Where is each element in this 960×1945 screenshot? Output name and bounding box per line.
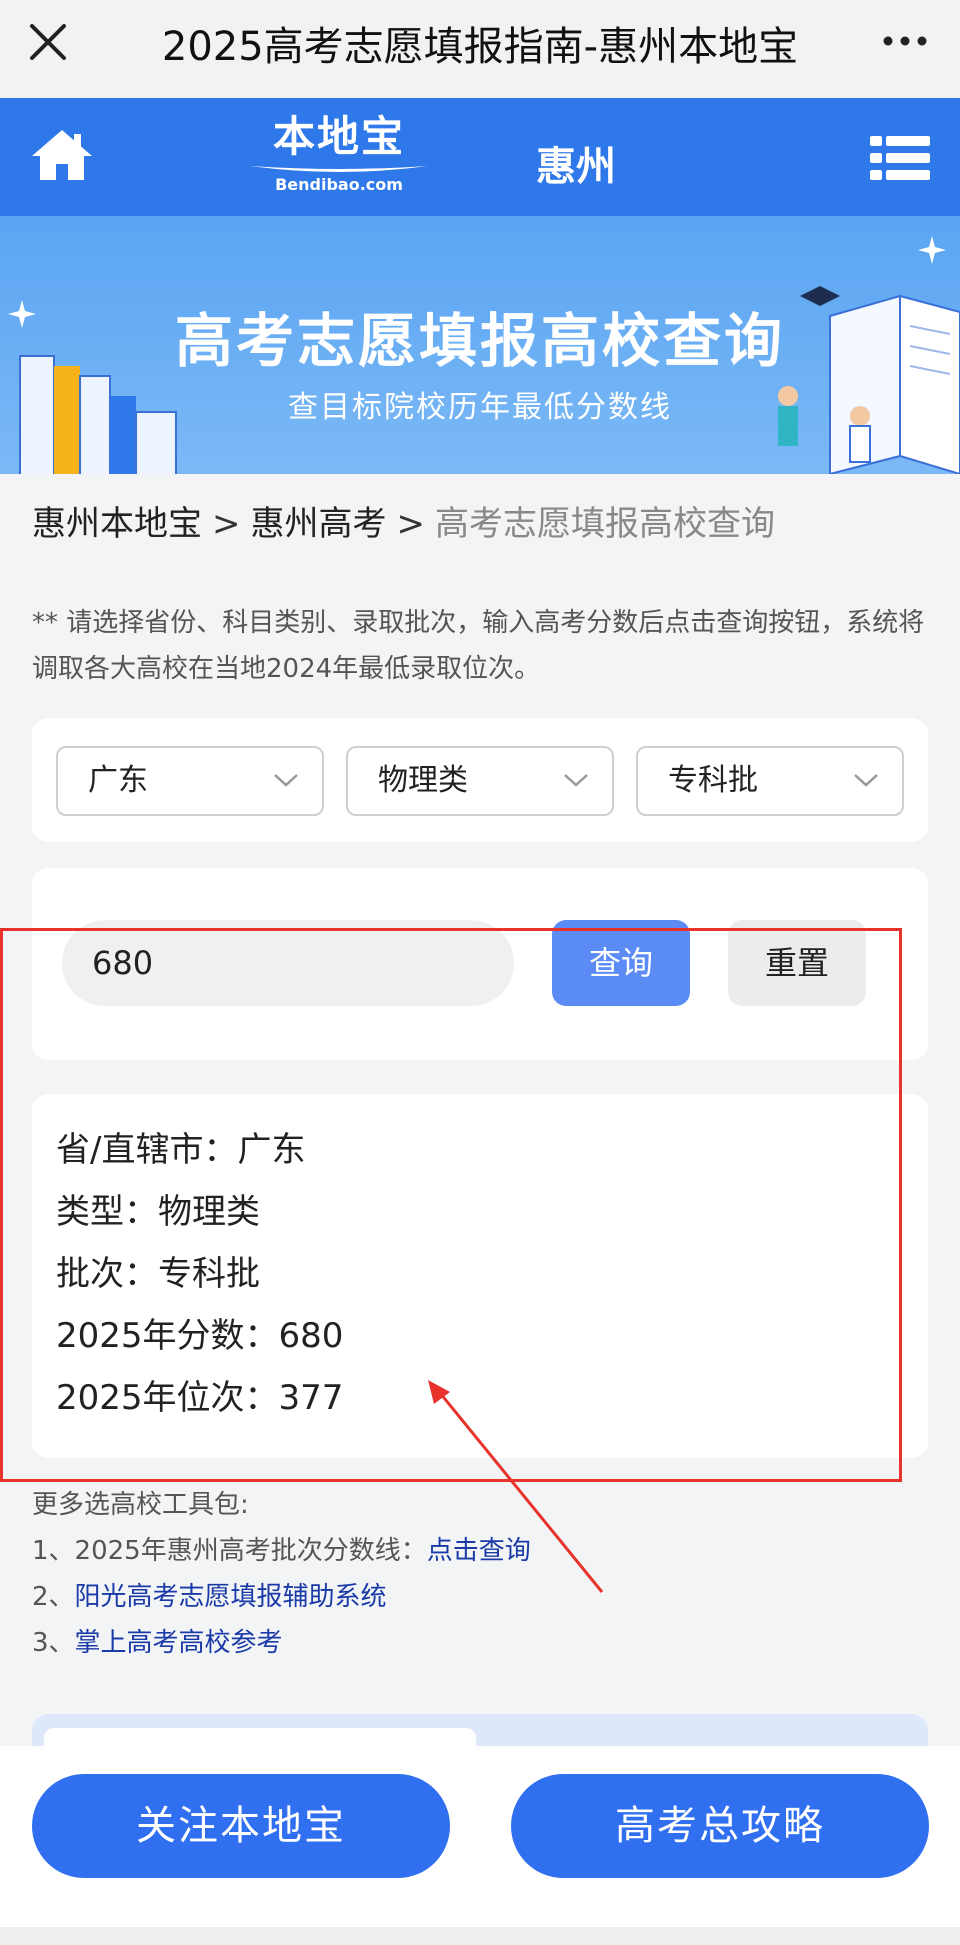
bottom-edge [0, 1927, 960, 1945]
filter-card: 广东 物理类 专科批 [32, 718, 928, 842]
subject-select-value: 物理类 [378, 763, 468, 798]
breadcrumb-item-current: 高考志愿填报高校查询 [435, 504, 775, 544]
logo-text-cn: 本地宝 [272, 112, 405, 161]
banner-title: 高考志愿填报高校查询 [174, 307, 785, 375]
result-score: 2025年分数：680 [56, 1316, 344, 1356]
bendibao-logo[interactable]: 本地宝 Bendibao.com [246, 112, 432, 202]
list-item: 1、2025年惠州高考批次分数线：点击查询 [32, 1528, 531, 1574]
gaokao-guide-button[interactable]: 高考总攻略 [511, 1774, 929, 1878]
subject-select[interactable]: 物理类 [346, 746, 614, 816]
province-select-value: 广东 [88, 763, 148, 798]
follow-bendibao-button[interactable]: 关注本地宝 [32, 1774, 450, 1878]
hero-banner: 高考志愿填报高校查询 查目标院校历年最低分数线 [0, 216, 960, 474]
tools-list: 更多选高校工具包: 1、2025年惠州高考批次分数线：点击查询 2、阳光高考志愿… [32, 1482, 531, 1666]
more-options-icon[interactable] [880, 26, 930, 56]
result-batch: 批次：专科批 [56, 1254, 260, 1294]
sparkle-right-icon [918, 236, 946, 264]
tools-item-prefix: 3、 [32, 1628, 75, 1658]
city-name: 惠州 [536, 144, 616, 190]
province-select[interactable]: 广东 [56, 746, 324, 816]
logo-swoosh-icon [250, 166, 428, 172]
zhangshang-gaokao-link[interactable]: 掌上高考高校参考 [75, 1628, 283, 1658]
search-card: 查询 重置 [32, 868, 928, 1060]
breadcrumb-item-home[interactable]: 惠州本地宝 [32, 504, 202, 544]
chevron-down-icon [854, 774, 878, 787]
score-input[interactable] [62, 920, 514, 1006]
result-rank: 2025年位次：377 [56, 1378, 344, 1418]
instruction-note: ** 请选择省份、科目类别、录取批次，输入高考分数后点击查询按钮，系统将调取各大… [32, 608, 925, 684]
banner-subtitle: 查目标院校历年最低分数线 [288, 390, 672, 425]
breadcrumb-item-gaokao[interactable]: 惠州高考 [251, 504, 387, 544]
breadcrumb-separator: > [396, 504, 426, 544]
reset-button[interactable]: 重置 [728, 920, 866, 1006]
window-title: 2025高考志愿填报指南-惠州本地宝 [161, 24, 799, 70]
bottom-action-bar: 关注本地宝 高考总攻略 [0, 1746, 960, 1945]
logo-text-en: Bendibao.com [275, 175, 403, 194]
batch-select-value: 专科批 [668, 763, 758, 798]
result-card: 省/直辖市：广东 类型：物理类 批次：专科批 2025年分数：680 2025年… [32, 1094, 928, 1458]
tools-item-prefix: 2、 [32, 1582, 75, 1612]
result-type: 类型：物理类 [56, 1192, 260, 1232]
list-item: 2、阳光高考志愿填报辅助系统 [32, 1574, 531, 1620]
site-header: 本地宝 Bendibao.com 惠州 [0, 98, 960, 216]
menu-list-icon[interactable] [870, 134, 930, 182]
breadcrumb-separator: > [212, 504, 241, 544]
query-button[interactable]: 查询 [552, 920, 690, 1006]
list-item: 3、掌上高考高校参考 [32, 1620, 531, 1666]
tools-item-prefix: 1、2025年惠州高考批次分数线： [32, 1536, 427, 1566]
result-province: 省/直辖市：广东 [56, 1130, 306, 1170]
chevron-down-icon [274, 774, 298, 787]
tools-heading: 更多选高校工具包: [32, 1490, 249, 1520]
breadcrumb: 惠州本地宝 > 惠州高考 > 高考志愿填报高校查询 [32, 496, 775, 545]
chevron-down-icon [564, 774, 588, 787]
home-icon[interactable] [30, 126, 94, 184]
batch-score-link[interactable]: 点击查询 [427, 1536, 531, 1566]
window-title-bar: 2025高考志愿填报指南-惠州本地宝 [0, 0, 960, 98]
batch-select[interactable]: 专科批 [636, 746, 904, 816]
sunshine-gaokao-link[interactable]: 阳光高考志愿填报辅助系统 [75, 1582, 387, 1612]
